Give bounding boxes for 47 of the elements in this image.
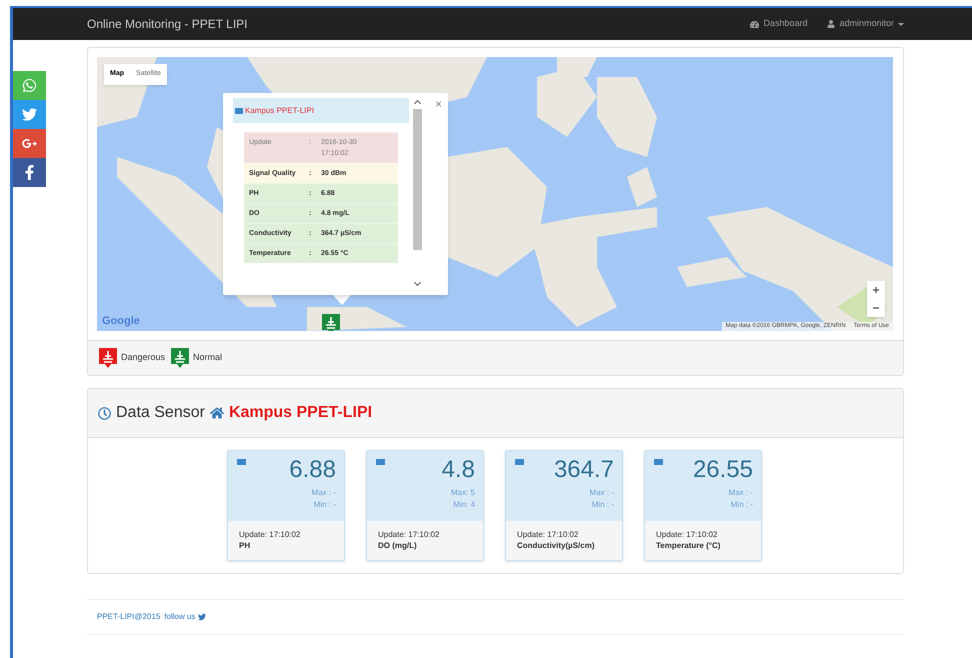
bird-icon [198, 613, 206, 621]
popup-title: Kampus PPET-LIPI [245, 104, 314, 116]
sensor-label: Conductivity(µS/cm) [517, 540, 596, 552]
whatsapp-icon [22, 78, 37, 93]
legend-label: Normal [193, 351, 222, 364]
update-time: Update: 17:10:02 [656, 529, 718, 540]
share-button[interactable] [13, 100, 46, 129]
min-value: Min: 4 [453, 499, 475, 511]
sensor-marker-icon [321, 313, 341, 331]
max-value: Max : - [728, 487, 753, 499]
close-button[interactable]: × [434, 95, 442, 113]
google-plus-icon [22, 136, 37, 151]
clock-icon [98, 406, 111, 420]
sensor-value: 364.7 [554, 455, 614, 485]
home-icon [210, 406, 224, 420]
google-logo: Google [102, 314, 140, 328]
update-time: Update: 17:10:02 [239, 529, 302, 540]
sensor-value: 4.8 [442, 455, 475, 485]
caret-icon [898, 22, 904, 26]
min-value: Min : - [314, 499, 336, 511]
share-button[interactable] [13, 129, 46, 158]
sensor-label: PH [239, 540, 252, 552]
update-time: Update: 17:10:02 [378, 529, 440, 540]
max-value: Max : - [590, 487, 614, 499]
dashboard-link[interactable]: Dashboard [750, 17, 808, 31]
update-time: Update: 17:10:02 [517, 529, 580, 540]
user-icon [827, 20, 836, 28]
zoom-in-button[interactable]: + [867, 281, 885, 299]
sensor-value: 6.88 [289, 455, 336, 485]
sensor-label: DO (mg/L) [378, 540, 418, 552]
user-menu-link[interactable]: adminmonitor [827, 17, 904, 31]
location-name: Kampus PPET-LIPI [228, 403, 372, 423]
dashboard-icon [750, 20, 760, 28]
sensor-label: Temperature (°C) [656, 540, 722, 552]
panel-title: Data Sensor [116, 403, 205, 423]
follow-link[interactable]: follow us [164, 611, 206, 623]
min-value: Min : - [730, 499, 753, 511]
bird-icon [22, 107, 37, 122]
min-value: Min : - [592, 499, 614, 511]
zoom-out-button[interactable]: − [867, 299, 885, 317]
max-value: Max : - [312, 487, 336, 499]
copyright-text: PPET-LIPI@2015 [97, 611, 160, 623]
legend-label: Dangerous [121, 351, 166, 364]
share-button[interactable] [13, 158, 46, 187]
max-value: Max: 5 [450, 487, 475, 499]
sensor-value: 26.55 [692, 455, 753, 485]
brand-title[interactable]: Online Monitoring - PPET LIPI [87, 15, 248, 33]
